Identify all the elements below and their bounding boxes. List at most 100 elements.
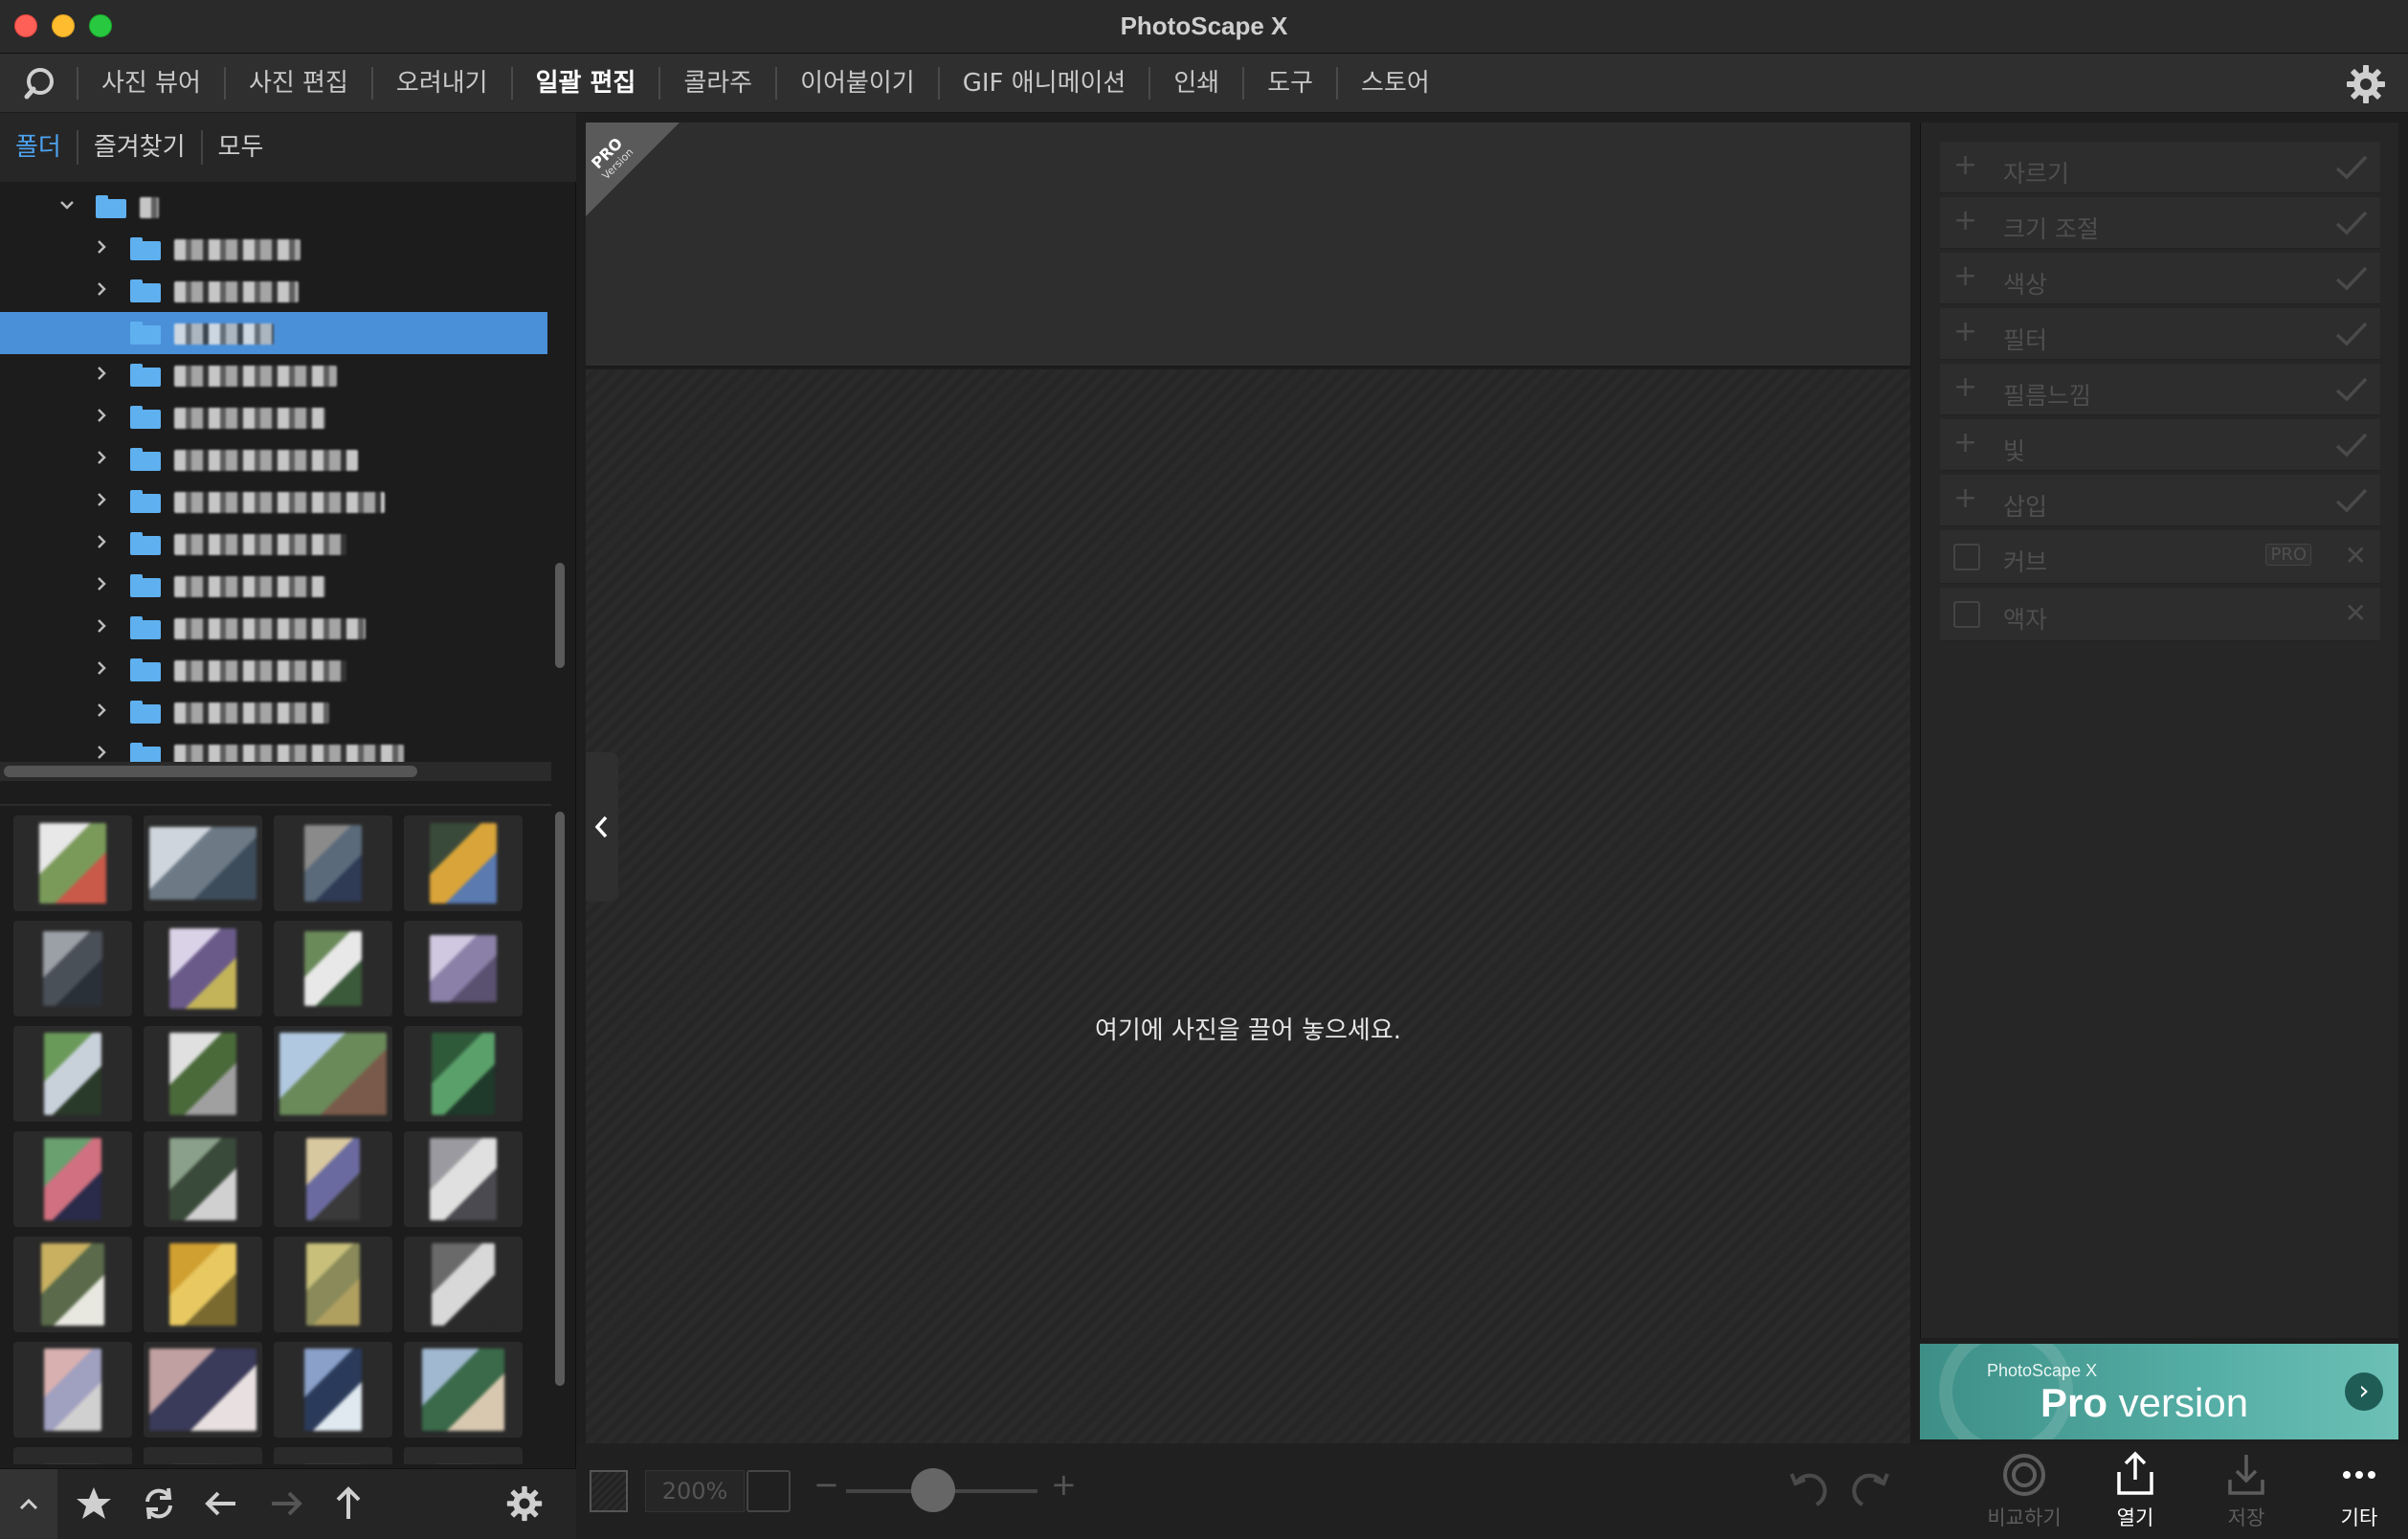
photo-thumbnail[interactable] <box>13 1342 132 1438</box>
nav-tab[interactable]: GIF 애니메이션 <box>937 66 1149 100</box>
chevron-right-icon[interactable] <box>90 616 113 639</box>
photo-thumbnail[interactable] <box>144 1026 262 1122</box>
gear-icon[interactable] <box>2343 61 2389 107</box>
chevron-right-icon[interactable]: › <box>2345 1372 2383 1411</box>
arrow-left-icon[interactable] <box>197 1479 247 1528</box>
nav-tab[interactable]: 스토어 <box>1336 66 1453 100</box>
tree-row[interactable] <box>0 691 547 733</box>
checkmark-icon[interactable] <box>2334 153 2369 182</box>
adjustment-row[interactable]: + 크기 조절 <box>1940 197 2380 249</box>
photo-thumbnail[interactable] <box>274 1237 392 1332</box>
plus-icon[interactable]: + <box>1953 207 1977 235</box>
photo-thumbnail[interactable] <box>144 815 262 911</box>
photo-thumbnail[interactable] <box>144 1342 262 1438</box>
adjustment-row[interactable]: + 자르기 <box>1940 142 2380 193</box>
tree-row[interactable] <box>0 649 547 691</box>
chevron-right-icon[interactable] <box>90 279 113 302</box>
chevron-down-icon[interactable] <box>56 195 78 218</box>
chevron-right-icon[interactable] <box>90 574 113 597</box>
nav-tab[interactable]: 사진 편집 <box>223 66 371 100</box>
chevron-up-icon[interactable] <box>0 1469 57 1539</box>
tree-row[interactable] <box>0 186 547 228</box>
photo-thumbnail[interactable] <box>144 1447 262 1464</box>
photo-thumbnail[interactable] <box>13 921 132 1016</box>
adjustment-checkbox[interactable] <box>1953 544 1980 570</box>
tree-row[interactable] <box>0 565 547 607</box>
chevron-right-icon[interactable] <box>90 532 113 555</box>
adjustment-row[interactable]: + 필터 <box>1940 308 2380 360</box>
close-icon[interactable]: ✕ <box>2345 597 2367 629</box>
nav-tab[interactable]: 이어붙이기 <box>775 66 938 100</box>
collapse-panel-button[interactable] <box>586 752 618 902</box>
arrow-up-icon[interactable] <box>323 1479 373 1528</box>
gear-icon[interactable] <box>500 1479 549 1528</box>
nav-tab[interactable]: 오려내기 <box>370 66 511 100</box>
photo-thumbnail[interactable] <box>274 921 392 1016</box>
photo-thumbnail[interactable] <box>404 921 523 1016</box>
checkmark-icon[interactable] <box>2334 375 2369 404</box>
tree-row[interactable] <box>0 523 547 565</box>
checkmark-icon[interactable] <box>2334 209 2369 237</box>
plus-icon[interactable]: + <box>1953 373 1977 402</box>
browser-tab[interactable]: 모두 <box>200 130 279 165</box>
tree-row[interactable] <box>0 312 547 354</box>
adjustment-row[interactable]: + 필름느낌 <box>1940 364 2380 415</box>
folder-tree-hscroll-thumb[interactable] <box>4 766 417 777</box>
photo-thumbnail[interactable] <box>13 1237 132 1332</box>
chevron-right-icon[interactable] <box>90 237 113 260</box>
photo-thumbnail[interactable] <box>404 1237 523 1332</box>
adjustment-row[interactable]: 커브 PRO ✕ <box>1940 530 2380 584</box>
chevron-right-icon[interactable] <box>90 490 113 513</box>
pro-version-banner[interactable]: PhotoScape X Pro version › <box>1920 1344 2398 1439</box>
action-button[interactable]: 열기 <box>2083 1447 2188 1535</box>
nav-tab[interactable]: 콜라주 <box>658 66 775 100</box>
adjustment-row[interactable]: + 빛 <box>1940 419 2380 471</box>
photo-thumbnail[interactable] <box>13 1131 132 1227</box>
photo-thumbnail[interactable] <box>274 1342 392 1438</box>
tree-row[interactable] <box>0 270 547 312</box>
adjustment-checkbox[interactable] <box>1953 601 1980 628</box>
photo-thumbnail[interactable] <box>274 1131 392 1227</box>
chevron-right-icon[interactable] <box>90 364 113 387</box>
chevron-right-icon[interactable] <box>90 448 113 471</box>
star-icon[interactable] <box>69 1479 119 1528</box>
adjustment-row[interactable]: + 색상 <box>1940 253 2380 304</box>
checkmark-icon[interactable] <box>2334 320 2369 348</box>
chevron-right-icon[interactable] <box>90 701 113 724</box>
adjustment-row[interactable]: + 삽입 <box>1940 475 2380 526</box>
batch-thumbnail-strip[interactable]: PRO Version <box>586 123 1910 368</box>
photo-thumbnail[interactable] <box>13 1026 132 1122</box>
photo-thumbnail[interactable] <box>13 815 132 911</box>
photo-thumbnail[interactable] <box>144 1237 262 1332</box>
photo-thumbnail[interactable] <box>144 1131 262 1227</box>
photo-thumbnail[interactable] <box>274 1026 392 1122</box>
photo-thumbnail[interactable] <box>404 1447 523 1464</box>
folder-tree-scrollbar[interactable] <box>555 563 565 668</box>
checkmark-icon[interactable] <box>2334 486 2369 515</box>
photo-thumbnail[interactable] <box>404 1342 523 1438</box>
photo-thumbnail[interactable] <box>274 815 392 911</box>
photo-drop-zone[interactable]: 여기에 사진을 끌어 놓으세요. <box>586 369 1910 1443</box>
tree-row[interactable] <box>0 480 547 523</box>
photoscape-logo-icon[interactable] <box>0 54 77 113</box>
nav-tab[interactable]: 도구 <box>1242 66 1336 100</box>
checkmark-icon[interactable] <box>2334 431 2369 459</box>
action-button[interactable]: 기타 <box>2307 1447 2408 1535</box>
chevron-right-icon[interactable] <box>90 406 113 429</box>
nav-tab[interactable]: 인쇄 <box>1148 66 1242 100</box>
photo-thumbnail[interactable] <box>274 1447 392 1464</box>
nav-tab[interactable]: 사진 뷰어 <box>77 66 224 100</box>
chevron-right-icon[interactable] <box>90 658 113 681</box>
refresh-icon[interactable] <box>134 1479 184 1528</box>
plus-icon[interactable]: + <box>1953 151 1977 180</box>
photo-thumbnail[interactable] <box>404 1026 523 1122</box>
plus-icon[interactable]: + <box>1953 484 1977 513</box>
tree-row[interactable] <box>0 396 547 438</box>
photo-thumbnail[interactable] <box>13 1447 132 1464</box>
tree-row[interactable] <box>0 228 547 270</box>
tree-row[interactable] <box>0 607 547 649</box>
plus-icon[interactable]: + <box>1953 262 1977 291</box>
tree-row[interactable] <box>0 354 547 396</box>
close-icon[interactable]: ✕ <box>2345 540 2367 571</box>
browser-tab[interactable]: 폴더 <box>0 130 77 165</box>
